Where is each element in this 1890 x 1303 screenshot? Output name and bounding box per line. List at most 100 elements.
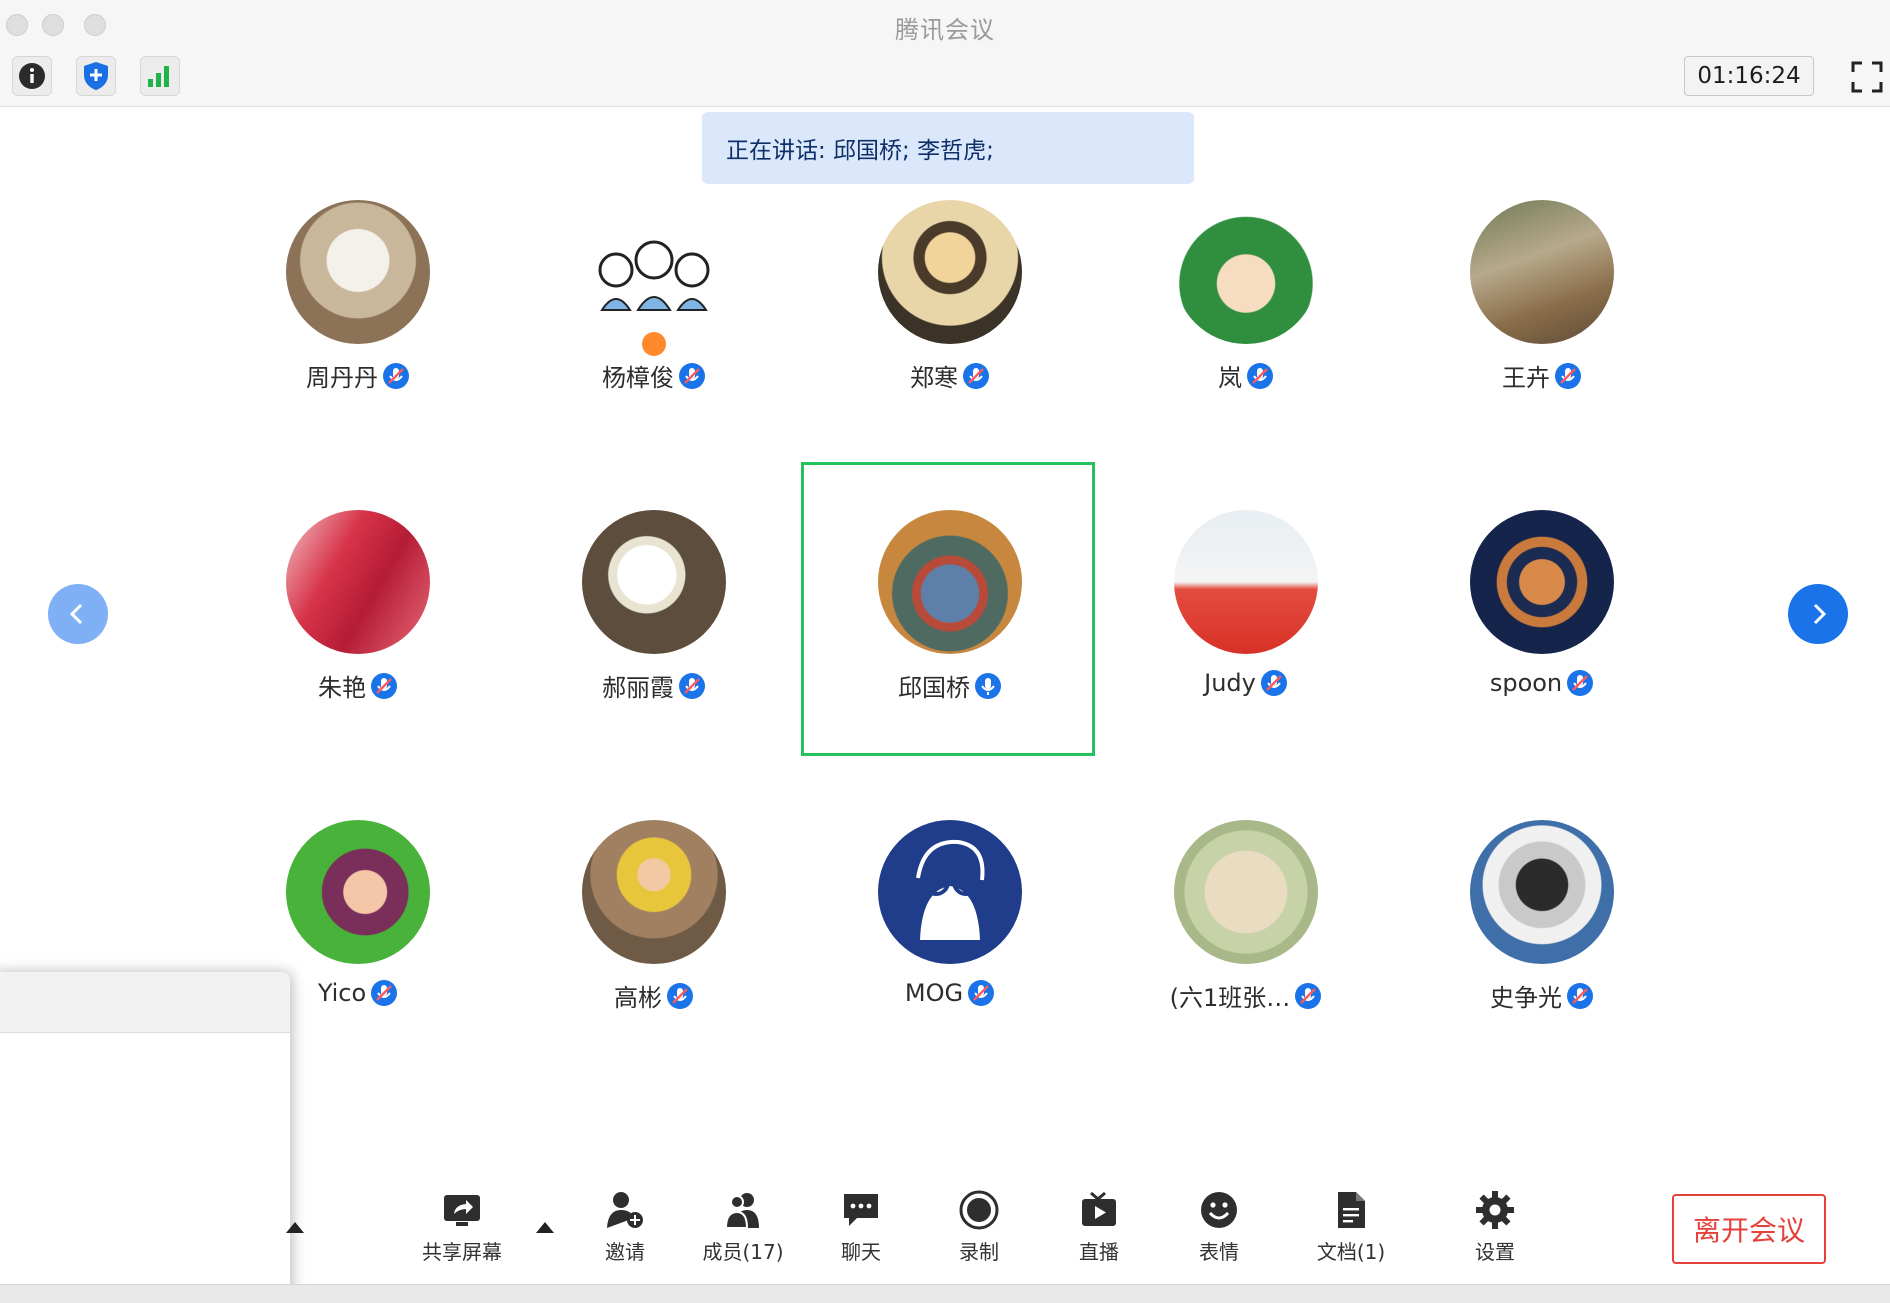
record-icon	[959, 1190, 999, 1230]
participant-name: 周丹丹	[306, 364, 378, 392]
meeting-toolbar: 01:16:24	[0, 48, 1890, 107]
mic-muted-icon	[679, 672, 705, 699]
gear-icon	[1476, 1191, 1514, 1229]
floating-panel[interactable]	[0, 972, 290, 1302]
speaking-text: 正在讲话: 邱国桥; 李哲虎;	[726, 138, 994, 164]
document-icon	[1338, 1192, 1365, 1228]
add-user-icon	[607, 1192, 643, 1228]
live-label: 直播	[1079, 1240, 1119, 1264]
participant-name: Judy	[1204, 669, 1256, 697]
avatar	[582, 820, 726, 964]
avatar	[1470, 820, 1614, 964]
leave-meeting-button[interactable]: 离开会议	[1672, 1194, 1826, 1264]
leave-meeting-label: 离开会议	[1692, 1214, 1805, 1247]
mic-muted-icon	[1567, 982, 1593, 1009]
mic-muted-icon	[968, 980, 995, 1006]
chevron-left-icon	[69, 603, 83, 625]
mic-muted-icon	[963, 362, 989, 389]
participant-name: 高彬	[614, 984, 662, 1012]
mic-muted-icon	[1295, 982, 1322, 1009]
live-stream-icon	[1082, 1191, 1116, 1226]
smiley-icon	[1201, 1192, 1237, 1228]
invite-label: 邀请	[605, 1240, 645, 1264]
share-screen-button[interactable]: 共享屏幕	[407, 1184, 517, 1264]
chat-label: 聊天	[841, 1240, 881, 1264]
participant-tile[interactable]: 杨樟俊	[504, 180, 804, 440]
bottom-edge	[0, 1284, 1890, 1303]
fullscreen-icon	[1851, 61, 1883, 93]
security-button[interactable]	[76, 56, 116, 96]
signal-bars-icon	[148, 66, 169, 87]
invite-button[interactable]: 邀请	[570, 1184, 680, 1264]
avatar	[878, 200, 1022, 344]
members-label: 成员(17)	[702, 1240, 784, 1264]
window-title: 腾讯会议	[895, 16, 995, 44]
speaking-indicator: 正在讲话: 邱国桥; 李哲虎;	[702, 112, 1194, 184]
participant-name: (六1班张…	[1169, 984, 1291, 1012]
meeting-info-button[interactable]	[12, 56, 52, 96]
participant-name: spoon	[1489, 669, 1563, 697]
participant-tile[interactable]: 郝丽霞	[504, 490, 804, 750]
participant-tile[interactable]: spoon	[1392, 490, 1692, 750]
settings-button[interactable]: 设置	[1440, 1184, 1550, 1264]
reactions-label: 表情	[1199, 1240, 1239, 1264]
documents-button[interactable]: 文档(1)	[1296, 1184, 1406, 1264]
previous-page-button[interactable]	[48, 584, 108, 644]
participant-tile[interactable]: 高彬	[504, 800, 804, 1060]
participant-tile[interactable]: 岚	[1096, 180, 1396, 440]
chat-button[interactable]: 聊天	[806, 1184, 916, 1264]
participant-name: 朱艳	[318, 674, 366, 702]
share-options-caret[interactable]	[536, 1222, 554, 1233]
avatar	[1174, 200, 1318, 344]
mic-muted-icon	[667, 982, 693, 1009]
members-icon	[724, 1193, 759, 1229]
participant-tile[interactable]: 郑寒	[800, 180, 1100, 440]
mic-muted-icon	[1555, 362, 1581, 389]
chevron-right-icon	[1813, 603, 1827, 625]
avatar	[286, 200, 430, 344]
reactions-button[interactable]: 表情	[1164, 1184, 1274, 1264]
participant-tile[interactable]: Judy	[1096, 490, 1396, 750]
avatar	[878, 820, 1022, 964]
network-signal-button[interactable]	[140, 56, 180, 96]
avatar	[878, 510, 1022, 654]
participant-name: 郝丽霞	[602, 674, 674, 702]
participant-name: 史争光	[1490, 984, 1562, 1012]
documents-label: 文档(1)	[1316, 1240, 1386, 1264]
audio-options-caret[interactable]	[286, 1222, 304, 1233]
info-icon	[19, 63, 45, 89]
avatar	[1470, 510, 1614, 654]
participant-name: Yico	[317, 979, 367, 1007]
participant-name: 岚	[1218, 364, 1242, 392]
mic-on-icon	[975, 672, 1001, 699]
floating-panel-header[interactable]	[0, 972, 290, 1033]
record-button[interactable]: 录制	[924, 1184, 1034, 1264]
live-button[interactable]: 直播	[1044, 1184, 1154, 1264]
settings-label: 设置	[1475, 1240, 1515, 1264]
avatar	[1174, 510, 1318, 654]
avatar	[1174, 820, 1318, 964]
mic-muted-icon	[383, 362, 409, 389]
members-button[interactable]: 成员(17)	[688, 1184, 798, 1264]
avatar	[286, 510, 430, 654]
participant-tile[interactable]: 朱艳	[208, 490, 508, 750]
participant-tile[interactable]: 邱国桥	[800, 490, 1100, 750]
next-page-button[interactable]	[1788, 584, 1848, 644]
fullscreen-button[interactable]	[1850, 60, 1884, 94]
participant-tile[interactable]: 史争光	[1392, 800, 1692, 1060]
avatar	[582, 510, 726, 654]
shield-icon	[84, 62, 108, 90]
meeting-timer: 01:16:24	[1684, 56, 1814, 96]
avatar	[1470, 200, 1614, 344]
mic-muted-icon	[1567, 670, 1594, 696]
participant-tile[interactable]: MOG	[800, 800, 1100, 1060]
participant-tile[interactable]: 王卉	[1392, 180, 1692, 440]
mic-muted-icon	[1260, 670, 1287, 696]
share-screen-label: 共享屏幕	[422, 1240, 502, 1264]
host-badge-icon	[640, 330, 668, 358]
participant-tile[interactable]: (六1班张…	[1096, 800, 1396, 1060]
participant-name: 杨樟俊	[602, 364, 674, 392]
share-screen-icon	[444, 1195, 480, 1226]
participant-name: 王卉	[1502, 364, 1550, 392]
participant-tile[interactable]: 周丹丹	[208, 180, 508, 440]
